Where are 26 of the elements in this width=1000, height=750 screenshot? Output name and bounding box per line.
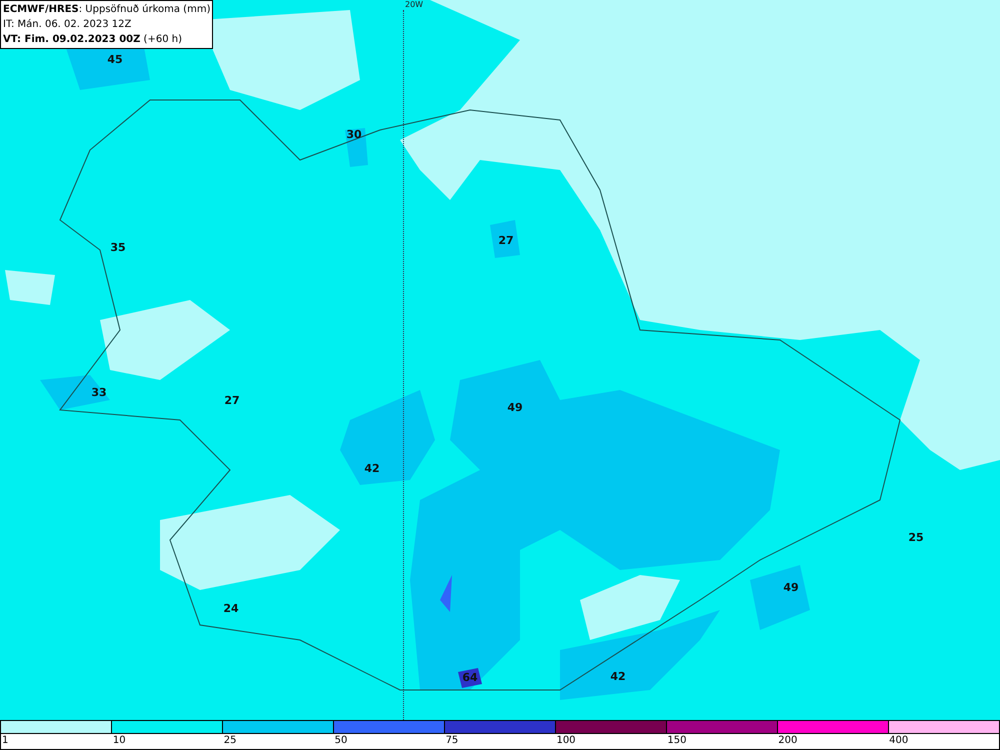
- valid-time: VT: Fim. 09.02.2023 00Z (+60 h): [3, 33, 182, 47]
- precipitation-value: 35: [109, 241, 127, 254]
- map-title: ECMWF/HRES: Uppsöfnuð úrkoma (mm): [3, 3, 210, 17]
- precipitation-value: 27: [223, 394, 241, 407]
- legend-tick-label: 1: [1, 734, 10, 748]
- precipitation-value: 30: [345, 128, 363, 141]
- precipitation-value: 24: [222, 602, 240, 615]
- precipitation-value: 27: [497, 234, 515, 247]
- precipitation-value: 33: [90, 386, 108, 399]
- precipitation-value: 64: [461, 671, 479, 684]
- precipitation-value: 49: [782, 581, 800, 594]
- legend-tick-label: 100: [555, 734, 577, 748]
- legend-tick-label: 50: [334, 734, 348, 748]
- precipitation-value: 42: [363, 462, 381, 475]
- precipitation-value: 49: [506, 401, 524, 414]
- legend-tick-label: 25: [222, 734, 238, 748]
- legend-tick-label: 200: [777, 734, 798, 748]
- issue-time: IT: Mán. 06. 02. 2023 12Z: [3, 18, 132, 32]
- precipitation-value: 25: [907, 531, 925, 544]
- precipitation-value: 42: [609, 670, 627, 683]
- precipitation-value: 45: [106, 53, 124, 66]
- legend-tick-label: 150: [666, 734, 688, 748]
- legend-tick-label: 10: [112, 734, 127, 748]
- legend-tick-label: 400: [888, 734, 910, 748]
- legend-tick-label: 75: [444, 734, 460, 748]
- meridian-label: 20W: [405, 0, 424, 9]
